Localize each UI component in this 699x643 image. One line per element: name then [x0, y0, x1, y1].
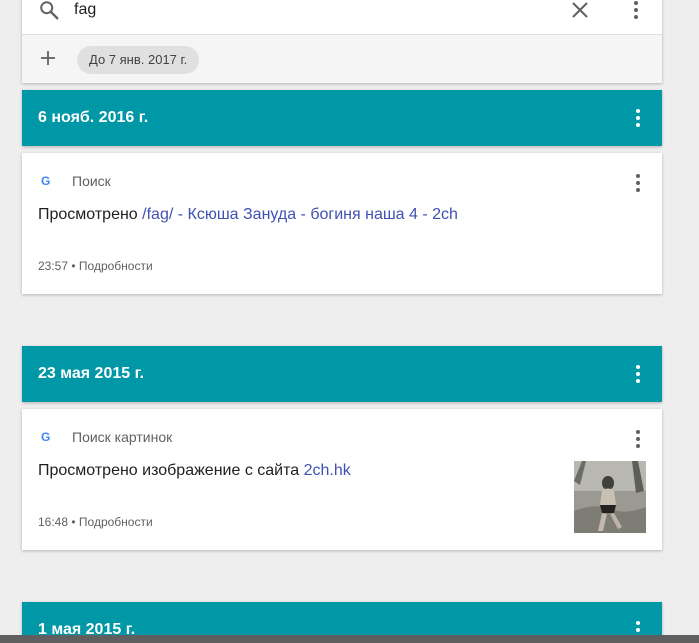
filter-row: До 7 янв. 2017 г.	[22, 35, 662, 83]
close-icon[interactable]	[570, 0, 590, 20]
more-vert-icon[interactable]	[636, 109, 640, 127]
details-link[interactable]: Подробности	[79, 259, 153, 273]
date-label: 6 нояб. 2016 г.	[38, 109, 149, 126]
add-icon[interactable]	[40, 50, 56, 66]
more-vert-icon[interactable]	[636, 174, 640, 192]
taskbar-edge	[0, 635, 699, 643]
more-vert-icon[interactable]	[636, 365, 640, 383]
search-input[interactable]: fag	[74, 1, 96, 19]
more-vert-icon[interactable]	[636, 430, 640, 448]
activity-time: 16:48	[38, 515, 69, 529]
activity-link[interactable]: /fag/ - Ксюша Зануда - богиня наша 4 - 2…	[142, 206, 458, 223]
activity-meta: 16:48 • Подробности	[38, 515, 153, 529]
date-header: 6 нояб. 2016 г.	[22, 90, 662, 146]
meta-separator: •	[68, 259, 79, 273]
activity-text: Просмотрено изображение с сайта 2ch.hk	[38, 462, 351, 480]
activity-source: Поиск	[72, 173, 111, 189]
search-card: fag До 7 янв. 2017 г.	[22, 0, 662, 83]
search-icon[interactable]	[38, 0, 60, 21]
details-link[interactable]: Подробности	[79, 515, 153, 529]
activity-meta: 23:57 • Подробности	[38, 259, 153, 273]
image-thumbnail[interactable]	[574, 461, 646, 533]
meta-separator: •	[68, 515, 79, 529]
activity-time: 23:57	[38, 259, 69, 273]
google-icon: G	[41, 430, 51, 444]
date-label: 23 мая 2015 г.	[38, 365, 145, 382]
activity-prefix: Просмотрено изображение с сайта	[38, 462, 304, 479]
google-icon: G	[41, 174, 51, 188]
search-bar: fag	[22, 0, 662, 35]
date-filter-chip[interactable]: До 7 янв. 2017 г.	[77, 46, 200, 74]
activity-source: Поиск картинок	[72, 429, 173, 445]
activity-link[interactable]: 2ch.hk	[304, 462, 351, 479]
date-header: 23 мая 2015 г.	[22, 346, 662, 402]
activity-text: Просмотрено /fag/ - Ксюша Зануда - богин…	[38, 206, 458, 224]
activity-prefix: Просмотрено	[38, 206, 143, 223]
more-vert-icon[interactable]	[634, 1, 638, 19]
activity-card: G Поиск картинок Просмотрено изображение…	[22, 409, 662, 550]
activity-card: G Поиск Просмотрено /fag/ - Ксюша Зануда…	[22, 153, 662, 294]
